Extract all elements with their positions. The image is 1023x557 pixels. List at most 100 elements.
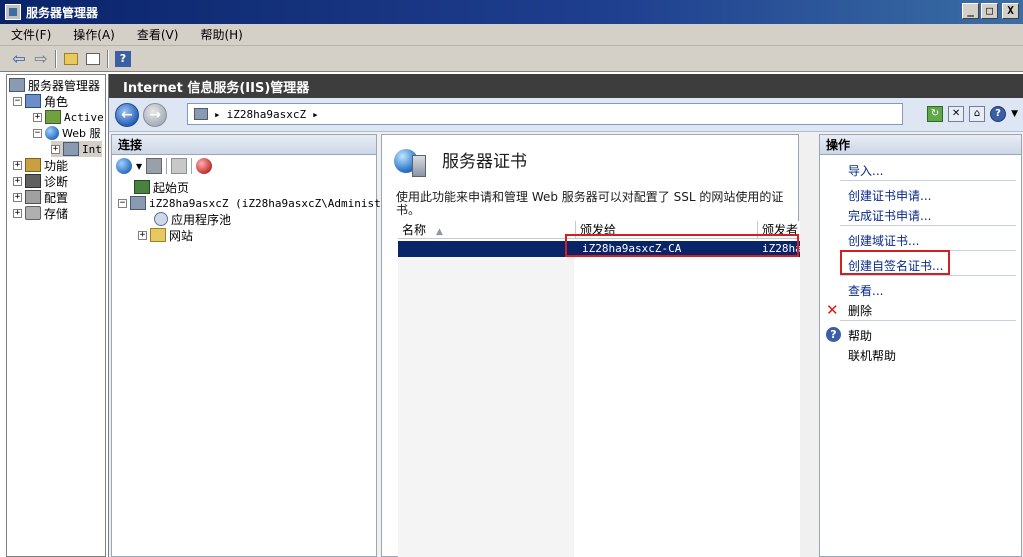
back-arrow-icon[interactable]: ⇦ (8, 49, 30, 69)
action-complete-certificate-request[interactable]: 完成证书申请... (848, 207, 931, 224)
tree-label: 功能 (44, 158, 69, 173)
action-help[interactable]: 帮助 (848, 327, 872, 344)
chevron-down-icon[interactable]: ▼ (136, 162, 142, 171)
highlight-box-self-signed (840, 250, 950, 275)
iis-icon (63, 142, 79, 156)
server-manager-icon (5, 4, 21, 20)
collapse-toggle-icon[interactable]: − (118, 198, 127, 208)
connections-panel: 连接 ▼ 起始页 − iZ28ha9asxcZ (iZ28ha9asxcZ\Ad… (111, 134, 394, 557)
home-icon[interactable]: ⌂ (969, 106, 986, 122)
breadcrumb-separator-icon[interactable]: ▸ (214, 108, 221, 121)
connections-title: 连接 (112, 135, 376, 155)
roles-icon (25, 94, 41, 108)
menu-view[interactable]: 查看(V) (134, 25, 182, 44)
web-server-icon (45, 126, 59, 140)
highlight-box-certificate (565, 234, 799, 257)
expand-toggle-icon[interactable]: + (13, 208, 22, 218)
separator (840, 225, 1016, 226)
name-column-shade (398, 257, 574, 557)
show-hide-tree-icon[interactable] (82, 49, 104, 69)
tree-label: Active (64, 110, 104, 124)
close-button[interactable]: X (1002, 3, 1019, 19)
expand-toggle-icon[interactable]: + (13, 176, 22, 186)
tree-item-features[interactable]: + 功能 (13, 157, 68, 173)
forward-button[interactable]: → (143, 103, 167, 127)
sites-folder-icon (150, 228, 166, 242)
chevron-down-icon[interactable]: ▼ (1011, 109, 1018, 119)
server-icon (130, 196, 146, 210)
action-create-certificate-request[interactable]: 创建证书申请... (848, 187, 931, 204)
iis-manager-pane: Internet 信息服务(IIS)管理器 ← → ▸ iZ28ha9asxcZ… (108, 74, 1023, 557)
server-certificates-icon (394, 147, 430, 177)
expand-toggle-icon[interactable]: + (13, 192, 22, 202)
disconnect-icon[interactable] (196, 158, 213, 174)
tree-item-active-directory[interactable]: + Active (33, 109, 104, 125)
expand-toggle-icon[interactable]: + (13, 160, 22, 170)
delete-icon[interactable]: ✕ (826, 303, 839, 318)
connections-toolbar: ▼ (112, 155, 376, 177)
maximize-button[interactable]: □ (981, 3, 998, 19)
actions-title: 操作 (820, 135, 1021, 155)
forward-arrow-icon[interactable]: ⇨ (30, 49, 52, 69)
main-toolbar: ⇦ ⇨ ? (0, 46, 1023, 72)
tree-item-app-pools[interactable]: 应用程序池 (154, 211, 231, 227)
tree-item-roles[interactable]: − 角色 (13, 93, 68, 109)
tree-label: 应用程序池 (171, 212, 232, 227)
menu-file[interactable]: 文件(F) (8, 25, 54, 44)
toolbar-separator (191, 158, 193, 174)
action-create-domain-certificate[interactable]: 创建域证书... (848, 232, 919, 249)
server-manager-tree: 服务器管理器 − 角色 + Active − Web 服 + Int + 功能 … (6, 74, 106, 557)
expand-toggle-icon[interactable]: + (138, 230, 147, 240)
tree-item-configuration[interactable]: + 配置 (13, 189, 68, 205)
breadcrumb-server[interactable]: iZ28ha9asxcZ (227, 108, 306, 121)
iis-header: Internet 信息服务(IIS)管理器 (109, 74, 1023, 98)
connect-globe-icon[interactable] (116, 158, 132, 174)
tree-item-diagnostics[interactable]: + 诊断 (13, 173, 68, 189)
help-icon[interactable]: ? (112, 49, 134, 69)
address-bar: ← → ▸ iZ28ha9asxcZ ▸ ↻ ✕ ⌂ ? ▼ (109, 98, 1023, 132)
help-icon[interactable]: ? (990, 106, 1007, 122)
window-titlebar: 服务器管理器 _ □ X (0, 0, 1023, 24)
tree-item-server-manager[interactable]: 服务器管理器 (9, 77, 100, 93)
tree-label: iZ28ha9asxcZ (iZ28ha9asxcZ\Administra (149, 196, 395, 210)
address-toolbar: ↻ ✕ ⌂ ? ▼ (927, 106, 1018, 122)
tree-item-storage[interactable]: + 存储 (13, 205, 68, 221)
menu-help[interactable]: 帮助(H) (197, 25, 245, 44)
active-directory-icon (45, 110, 61, 124)
action-import[interactable]: 导入... (848, 162, 883, 179)
refresh-icon[interactable]: ↻ (927, 106, 944, 122)
back-button[interactable]: ← (115, 103, 139, 127)
up-level-icon[interactable] (171, 158, 188, 174)
stop-icon[interactable]: ✕ (948, 106, 965, 122)
action-online-help[interactable]: 联机帮助 (848, 347, 896, 364)
expand-toggle-icon[interactable]: + (33, 112, 42, 122)
features-icon (25, 158, 41, 172)
up-folder-icon[interactable] (60, 49, 82, 69)
minimize-button[interactable]: _ (962, 3, 979, 19)
help-icon[interactable]: ? (826, 327, 841, 342)
expand-toggle-icon[interactable]: + (51, 144, 60, 154)
sort-ascending-icon: ▲ (436, 227, 443, 237)
collapse-toggle-icon[interactable]: − (13, 96, 22, 106)
tree-item-iis[interactable]: + Int (51, 141, 102, 157)
configuration-icon (25, 190, 41, 204)
save-icon[interactable] (146, 158, 163, 174)
menu-action[interactable]: 操作(A) (70, 25, 118, 44)
tree-item-web-server[interactable]: − Web 服 (33, 125, 100, 141)
tree-label: 网站 (169, 228, 194, 243)
window-title: 服务器管理器 (26, 5, 99, 20)
breadcrumb-separator-icon[interactable]: ▸ (312, 108, 319, 121)
tree-item-sites[interactable]: + 网站 (138, 227, 193, 243)
tree-label: 起始页 (153, 180, 190, 195)
tree-label: 角色 (44, 94, 69, 109)
toolbar-separator (55, 49, 57, 68)
action-delete[interactable]: 删除 (848, 302, 872, 319)
toolbar-separator (166, 158, 168, 174)
action-view[interactable]: 查看... (848, 282, 883, 299)
tree-item-start-page[interactable]: 起始页 (134, 179, 189, 195)
separator (840, 275, 1016, 276)
column-header-name[interactable]: 名称 ▲ (398, 221, 576, 239)
collapse-toggle-icon[interactable]: − (33, 128, 42, 138)
breadcrumb[interactable]: ▸ iZ28ha9asxcZ ▸ (187, 103, 903, 125)
tree-item-server[interactable]: − iZ28ha9asxcZ (iZ28ha9asxcZ\Administra (118, 195, 394, 211)
